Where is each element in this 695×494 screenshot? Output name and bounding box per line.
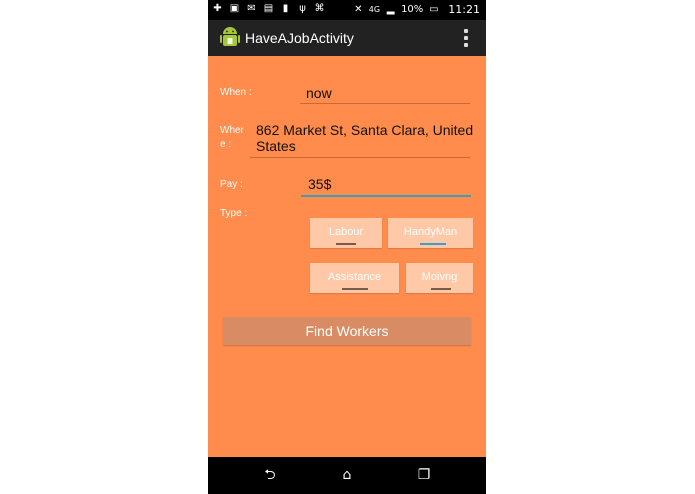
type-label: Type : <box>220 208 248 219</box>
phone-screen: ✚ ▣ ✉ ▤ ▮ ψ ⌘ ✕ 4G ▂ 10% ▭ 11:21 HaveAJo… <box>208 0 486 494</box>
type-labour-button[interactable]: Labour <box>310 218 382 248</box>
type-handyman-button[interactable]: HandyMan <box>388 218 473 248</box>
code-icon: ⌘ <box>314 3 325 14</box>
where-underline <box>250 157 470 158</box>
battery-percent: 10% <box>401 4 424 15</box>
type-labour-indicator <box>336 243 356 245</box>
clock: 11:21 <box>448 3 480 16</box>
mute-icon: ✕ <box>354 4 363 15</box>
type-assistance-button[interactable]: Assistance <box>310 263 399 293</box>
usb-icon: ψ <box>299 3 306 14</box>
android-logo-icon <box>220 27 240 46</box>
status-bar: ✚ ▣ ✉ ▤ ▮ ψ ⌘ ✕ 4G ▂ 10% ▭ 11:21 <box>208 0 486 20</box>
pay-label: Pay : <box>220 179 243 190</box>
type-handyman-indicator <box>420 243 446 245</box>
navigation-bar: ⮌ ⌂ ❐ <box>208 457 486 494</box>
app-bar: HaveAJobActivity <box>208 20 486 56</box>
where-label-line1: Wher <box>220 125 244 136</box>
type-moivng-indicator <box>431 288 451 290</box>
type-moivng-button[interactable]: Moivng <box>406 263 473 293</box>
notification-icons: ✚ ▣ ✉ ▤ ▮ ψ ⌘ <box>212 3 325 14</box>
where-field-line1[interactable]: 862 Market St, Santa Clara, United <box>256 122 473 138</box>
keyboard-icon: ▤ <box>263 3 274 14</box>
battery-icon: ▭ <box>429 4 439 15</box>
gallery-icon: ▣ <box>229 3 240 14</box>
type-assistance-label: Assistance <box>327 271 382 283</box>
home-icon[interactable]: ⌂ <box>337 466 357 484</box>
where-label-line2: e : <box>220 139 232 150</box>
sd-card-icon: ▮ <box>282 3 289 14</box>
back-icon[interactable]: ⮌ <box>260 466 280 484</box>
pay-underline <box>301 195 471 197</box>
type-handyman-label: HandyMan <box>403 226 458 238</box>
signal-icon: ▂ <box>386 4 395 15</box>
add-icon: ✚ <box>213 3 222 14</box>
overflow-menu-icon[interactable] <box>464 29 468 47</box>
network-type: 4G <box>368 5 381 14</box>
where-field-line2[interactable]: States <box>256 138 296 154</box>
type-assistance-indicator <box>342 288 368 290</box>
mail-icon: ✉ <box>247 3 256 14</box>
find-workers-button[interactable]: Find Workers <box>223 317 471 345</box>
type-labour-label: Labour <box>328 226 364 238</box>
when-field[interactable]: now <box>306 85 332 101</box>
type-moivng-label: Moivng <box>421 271 458 283</box>
pay-field[interactable]: 35$ <box>308 176 331 192</box>
when-underline <box>300 103 470 104</box>
recents-icon[interactable]: ❐ <box>414 466 434 484</box>
when-label: When : <box>220 87 252 98</box>
activity-title: HaveAJobActivity <box>245 30 354 46</box>
